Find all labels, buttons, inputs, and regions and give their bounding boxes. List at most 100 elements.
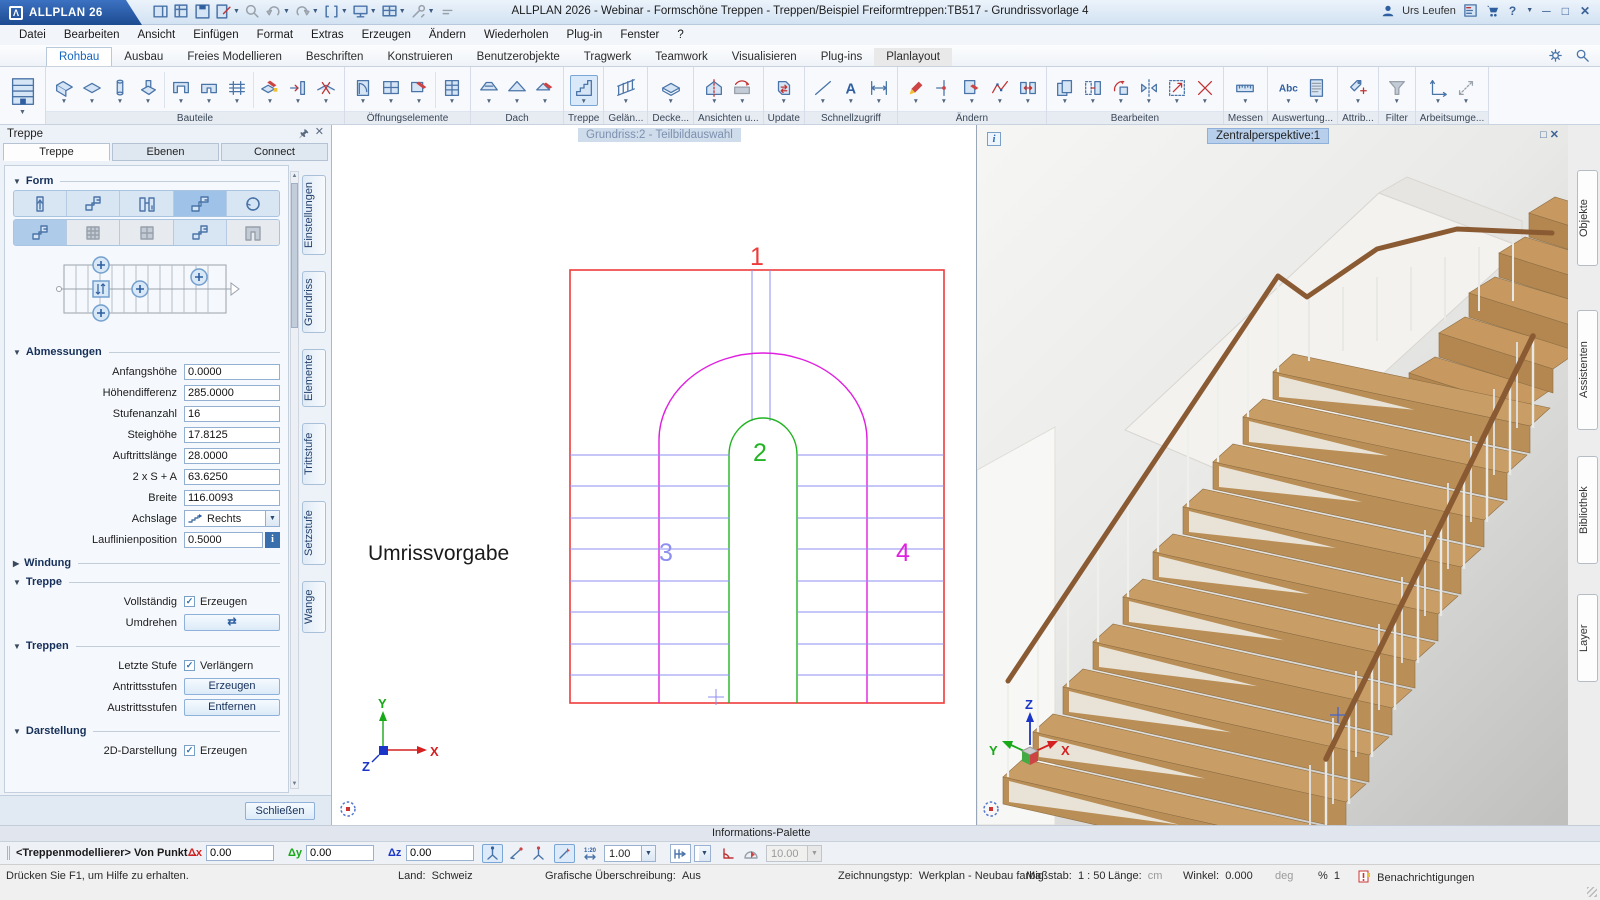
palette-scrollbar[interactable]: ▲ ▼: [290, 171, 299, 789]
right-tab-objekte[interactable]: Objekte: [1577, 170, 1598, 266]
stufenanzahl-input[interactable]: [184, 406, 280, 422]
section-darstellung[interactable]: ▼Darstellung: [13, 725, 280, 737]
scroll-up-icon[interactable]: ▲: [291, 173, 298, 179]
menu-plugin[interactable]: Plug-in: [558, 29, 612, 41]
user-icon[interactable]: [1381, 4, 1395, 18]
resize-grip[interactable]: [1587, 887, 1597, 897]
save-icon[interactable]: [194, 3, 211, 20]
side-tab-grundriss[interactable]: Grundriss: [302, 271, 326, 333]
status-drawing-type[interactable]: Zeichnungstyp: Werkplan - Neubau farbig: [838, 870, 1044, 882]
swap-opening-icon[interactable]: ▼: [1014, 76, 1042, 105]
status-land[interactable]: Land: Schweiz: [398, 870, 473, 882]
shop-cart-icon[interactable]: [1485, 3, 1500, 18]
breite-input[interactable]: [184, 490, 280, 506]
ribbon-tab-ausbau[interactable]: Ausbau: [112, 48, 175, 66]
tab-ebenen[interactable]: Ebenen: [112, 143, 219, 161]
ribbon-tab-teamwork[interactable]: Teamwork: [643, 48, 719, 66]
dy-input[interactable]: [306, 845, 374, 861]
anfangshoehe-input[interactable]: [184, 364, 280, 380]
measure-icon[interactable]: ▼: [1231, 76, 1259, 105]
right-tab-layer[interactable]: Layer: [1577, 594, 1598, 682]
status-override[interactable]: Grafische Überschreibung: Aus: [545, 870, 701, 882]
perspective-viewport[interactable]: Z Y X i Zentralperspektive:1 □✕: [977, 125, 1568, 825]
wall-icon[interactable]: ▼: [50, 76, 78, 105]
zoom-icon[interactable]: [244, 3, 261, 20]
ribbon-tab-plugins[interactable]: Plug-ins: [809, 48, 875, 66]
copy-icon[interactable]: ▼: [1051, 76, 1079, 105]
stair-tool-icon[interactable]: ▼: [570, 75, 598, 106]
ribbon-tab-rohbau[interactable]: Rohbau: [46, 47, 112, 66]
slab-icon[interactable]: ▼: [78, 76, 106, 105]
help-caret-icon[interactable]: ▼: [1526, 7, 1533, 14]
steighoehe-input[interactable]: [184, 427, 280, 443]
side-tab-wange[interactable]: Wange: [302, 581, 326, 633]
maximize-button[interactable]: □: [1560, 4, 1571, 18]
perspective-view-title[interactable]: Zentralperspektive:1: [1207, 128, 1329, 144]
ceiling-icon[interactable]: ▼: [657, 76, 685, 105]
menu-aendern[interactable]: Ändern: [420, 29, 475, 41]
distance-factor-select[interactable]: 1.00▼: [604, 845, 656, 862]
section-treppen[interactable]: ▼Treppen: [13, 640, 280, 652]
menu-datei[interactable]: Datei: [10, 29, 55, 41]
scroll-down-icon[interactable]: ▼: [291, 781, 298, 787]
hoehendifferenz-input[interactable]: [184, 385, 280, 401]
side-tab-trittstufe[interactable]: Trittstufe: [302, 423, 326, 485]
ribbon-tab-beschriften[interactable]: Beschriften: [294, 48, 376, 66]
dimension-tool-icon[interactable]: ▼: [865, 76, 893, 105]
rotate-icon[interactable]: ▼: [1107, 76, 1135, 105]
recess-icon[interactable]: ▼: [195, 76, 223, 105]
ribbon-tab-planlayout[interactable]: Planlayout: [874, 48, 952, 66]
section-form[interactable]: ▼Form: [13, 175, 280, 187]
abc-legend-icon[interactable]: Abc▼: [1274, 76, 1302, 105]
auftrittslaenge-input[interactable]: [184, 448, 280, 464]
beam-grid-icon[interactable]: ▼: [223, 76, 251, 105]
austrittsstufen-button[interactable]: Entfernen: [184, 699, 280, 716]
shape-l2-icon[interactable]: [14, 220, 67, 245]
close-button[interactable]: ✕: [1578, 4, 1592, 18]
ribbon-tab-freies-modellieren[interactable]: Freies Modellieren: [175, 48, 294, 66]
angle-lock-icon[interactable]: [718, 844, 739, 863]
section-windung[interactable]: ▶Windung: [13, 557, 280, 569]
shape-storey2-icon[interactable]: [120, 220, 173, 245]
scrollbar-thumb[interactable]: [291, 183, 298, 328]
side-tab-setzstufe[interactable]: Setzstufe: [302, 501, 326, 565]
window-icon[interactable]: ▼: [377, 76, 405, 105]
roof-icon[interactable]: ▼: [475, 76, 503, 105]
status-angle[interactable]: Winkel: 0.000: [1183, 870, 1253, 882]
shape-straight-icon[interactable]: [14, 191, 67, 216]
stair-preview-diagram[interactable]: [55, 253, 289, 329]
roof-surface-icon[interactable]: ▼: [503, 76, 531, 105]
filter-icon[interactable]: ▼: [1383, 76, 1411, 105]
menu-bearbeiten[interactable]: Bearbeiten: [55, 29, 129, 41]
edit-document-icon[interactable]: ▼: [958, 76, 986, 105]
ribbon-tab-tragwerk[interactable]: Tragwerk: [572, 48, 644, 66]
intersect-icon[interactable]: ▼: [930, 76, 958, 105]
undo-icon[interactable]: ▼: [265, 3, 290, 20]
offset-lines-icon[interactable]: [670, 844, 691, 863]
pin-icon[interactable]: 🖈: [299, 125, 309, 144]
report-icon[interactable]: ▼: [1302, 76, 1330, 105]
viewport-close-icon[interactable]: ✕: [1550, 129, 1562, 141]
search-icon[interactable]: [1575, 48, 1590, 63]
stretch-icon[interactable]: ▼: [1163, 76, 1191, 105]
door-icon[interactable]: ▼: [349, 76, 377, 105]
antrittsstufen-button[interactable]: Erzeugen: [184, 678, 280, 695]
plan-viewport[interactable]: Grundriss:2 - Teilbildauswahl 1 2 3 4 Um…: [332, 125, 977, 825]
project-open-icon[interactable]: [152, 3, 169, 20]
right-tab-assistenten[interactable]: Assistenten: [1577, 310, 1598, 430]
section-view-icon[interactable]: ▼: [700, 76, 728, 105]
status-scale[interactable]: Maßstab: 1 : 50: [1026, 870, 1106, 882]
status-length-unit[interactable]: Länge: cm: [1108, 870, 1162, 882]
facade-icon[interactable]: ▼: [438, 76, 466, 105]
wall-opening-icon[interactable]: ▼: [167, 76, 195, 105]
document-edit-icon[interactable]: ▼: [215, 3, 240, 20]
plan-view-title[interactable]: Grundriss:2 - Teilbildauswahl: [578, 128, 741, 142]
polyline-edit-icon[interactable]: ▼: [986, 76, 1014, 105]
ribbon-tab-benutzerobjekte[interactable]: Benutzerobjekte: [465, 48, 572, 66]
schliessen-button[interactable]: Schließen: [245, 802, 315, 820]
letzte-stufe-checkbox[interactable]: ✓: [184, 660, 195, 671]
achslage-dropdown[interactable]: Rechts ▼: [184, 510, 280, 527]
informations-palette-bar[interactable]: Informations-Palette: [0, 825, 1600, 841]
menu-hilfe[interactable]: ?: [668, 29, 692, 41]
ribbon-tab-visualisieren[interactable]: Visualisieren: [720, 48, 809, 66]
